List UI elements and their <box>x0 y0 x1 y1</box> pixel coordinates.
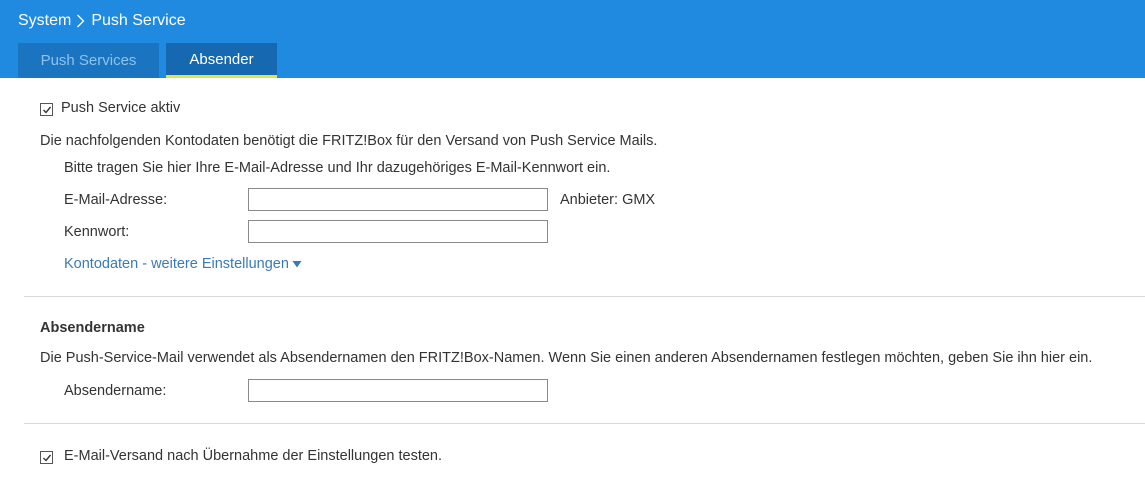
test-email-label[interactable]: E-Mail-Versand nach Übernahme der Einste… <box>64 448 442 464</box>
push-service-active-checkbox[interactable] <box>40 103 53 116</box>
provider-text: Anbieter: GMX <box>560 192 656 208</box>
more-account-settings-link[interactable]: Kontodaten - weitere Einstellungen <box>64 256 302 272</box>
breadcrumb: System Push Service <box>18 10 186 32</box>
breadcrumb-current: Push Service <box>91 12 186 29</box>
tab-absender[interactable]: Absender <box>166 43 277 78</box>
caret-down-icon <box>292 260 302 268</box>
push-service-active-label[interactable]: Push Service aktiv <box>61 100 180 116</box>
checkmark-icon <box>42 453 52 463</box>
more-account-settings-label: Kontodaten - weitere Einstellungen <box>64 256 289 272</box>
password-field[interactable] <box>248 220 548 243</box>
page-header: System Push Service Push Services Absend… <box>0 0 1145 78</box>
section-divider <box>24 423 1145 424</box>
section-divider <box>24 296 1145 297</box>
breadcrumb-system[interactable]: System <box>18 12 71 30</box>
email-label: E-Mail-Adresse: <box>64 192 168 208</box>
checkmark-icon <box>42 105 52 115</box>
test-email-checkbox[interactable] <box>40 451 53 464</box>
sender-heading: Absendername <box>40 320 145 336</box>
sender-name-label: Absendername: <box>64 383 167 399</box>
chevron-right-icon <box>76 14 85 28</box>
account-instruction-text: Bitte tragen Sie hier Ihre E-Mail-Adress… <box>64 160 611 176</box>
email-field[interactable] <box>248 188 548 211</box>
tab-push-services[interactable]: Push Services <box>18 43 159 78</box>
sender-name-field[interactable] <box>248 379 548 402</box>
sender-description: Die Push-Service-Mail verwendet als Abse… <box>40 350 1093 366</box>
account-intro-text: Die nachfolgenden Kontodaten benötigt di… <box>40 133 658 149</box>
password-label: Kennwort: <box>64 224 130 240</box>
